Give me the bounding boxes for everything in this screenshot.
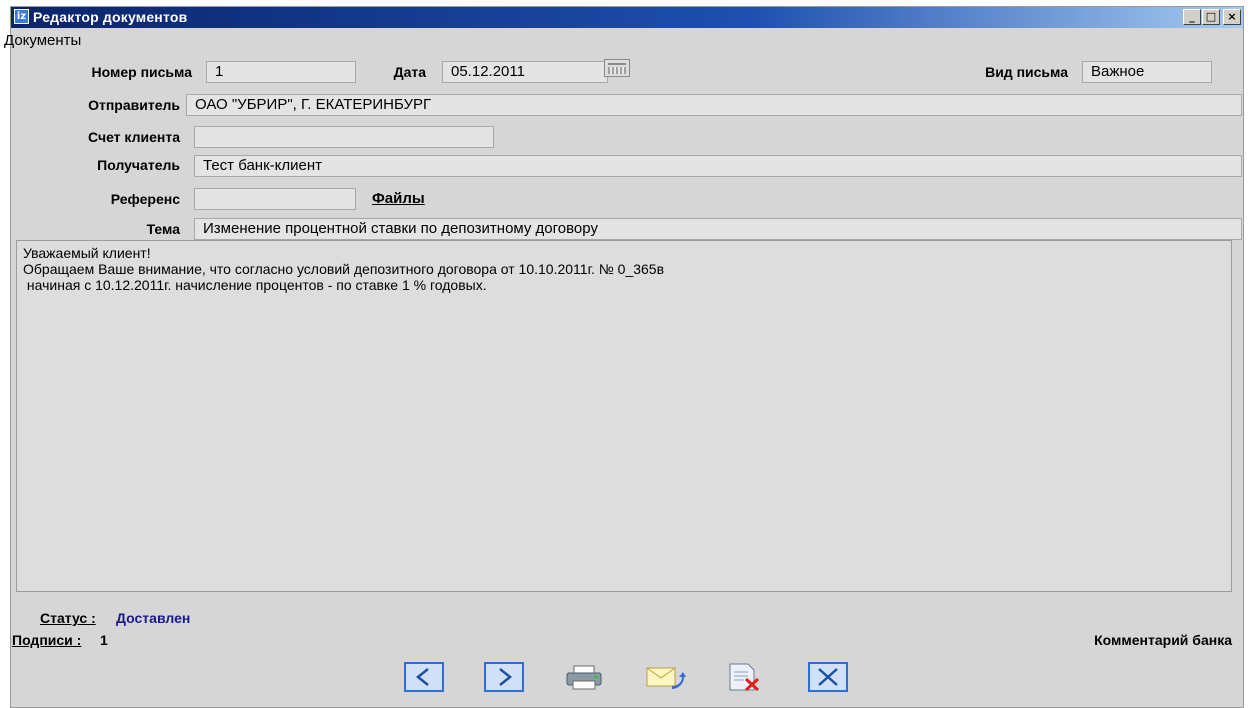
reference-field[interactable] — [194, 188, 356, 210]
print-button[interactable] — [564, 662, 604, 692]
reference-label: Референс — [110, 191, 180, 207]
sender-label: Отправитель — [88, 97, 180, 113]
files-link[interactable]: Файлы — [372, 190, 425, 207]
status-value: Доставлен — [116, 610, 191, 626]
reply-button[interactable] — [644, 662, 686, 692]
date-label: Дата — [393, 64, 426, 80]
client-account-label: Счет клиента — [88, 129, 180, 145]
next-arrow-icon — [499, 668, 513, 686]
printer-icon — [566, 665, 602, 690]
maximize-button[interactable]: □ — [1202, 9, 1220, 25]
menu-documents[interactable]: Документы — [4, 32, 81, 49]
close-x-icon — [818, 668, 838, 686]
app-icon: iz — [14, 9, 29, 24]
envelope-reply-icon — [646, 667, 686, 689]
recipient-field[interactable]: Тест банк-клиент — [194, 155, 1242, 177]
previous-button[interactable] — [404, 662, 444, 692]
delete-document-icon — [729, 663, 760, 692]
prev-arrow-icon — [415, 668, 429, 686]
signatures-count: 1 — [100, 632, 108, 648]
body-line: начиная с 10.12.2011г. начисление процен… — [23, 277, 487, 293]
title-bar[interactable]: iz Редактор документов _ □ × — [11, 7, 1243, 28]
body-line: Уважаемый клиент! — [23, 245, 151, 261]
letter-number-field[interactable]: 1 — [206, 61, 356, 83]
sender-field[interactable]: ОАО "УБРИР", Г. ЕКАТЕРИНБУРГ — [186, 94, 1242, 116]
recipient-label: Получатель — [97, 157, 180, 173]
calendar-icon[interactable] — [604, 59, 630, 77]
delete-button[interactable] — [724, 662, 764, 692]
body-line: Обращаем Ваше внимание, что согласно усл… — [23, 261, 665, 277]
signatures-label[interactable]: Подписи : — [12, 632, 81, 648]
next-button[interactable] — [484, 662, 524, 692]
bank-comment-label[interactable]: Комментарий банка — [1000, 632, 1232, 648]
subject-field[interactable]: Изменение процентной ставки по депозитно… — [194, 218, 1242, 240]
window-title: Редактор документов — [33, 9, 188, 25]
client-account-field[interactable] — [194, 126, 494, 148]
status-label: Статус : — [40, 610, 96, 626]
letter-type-label: Вид письма — [985, 64, 1068, 80]
date-field[interactable]: 05.12.2011 — [442, 61, 608, 83]
close-button[interactable] — [808, 662, 848, 692]
subject-label: Тема — [146, 221, 180, 237]
letter-type-field[interactable]: Важное — [1082, 61, 1212, 83]
close-window-button[interactable]: × — [1223, 9, 1241, 25]
minimize-button[interactable]: _ — [1183, 9, 1201, 25]
letter-number-label: Номер письма — [91, 64, 192, 80]
message-body[interactable]: Уважаемый клиент! Обращаем Ваше внимание… — [16, 240, 1232, 592]
